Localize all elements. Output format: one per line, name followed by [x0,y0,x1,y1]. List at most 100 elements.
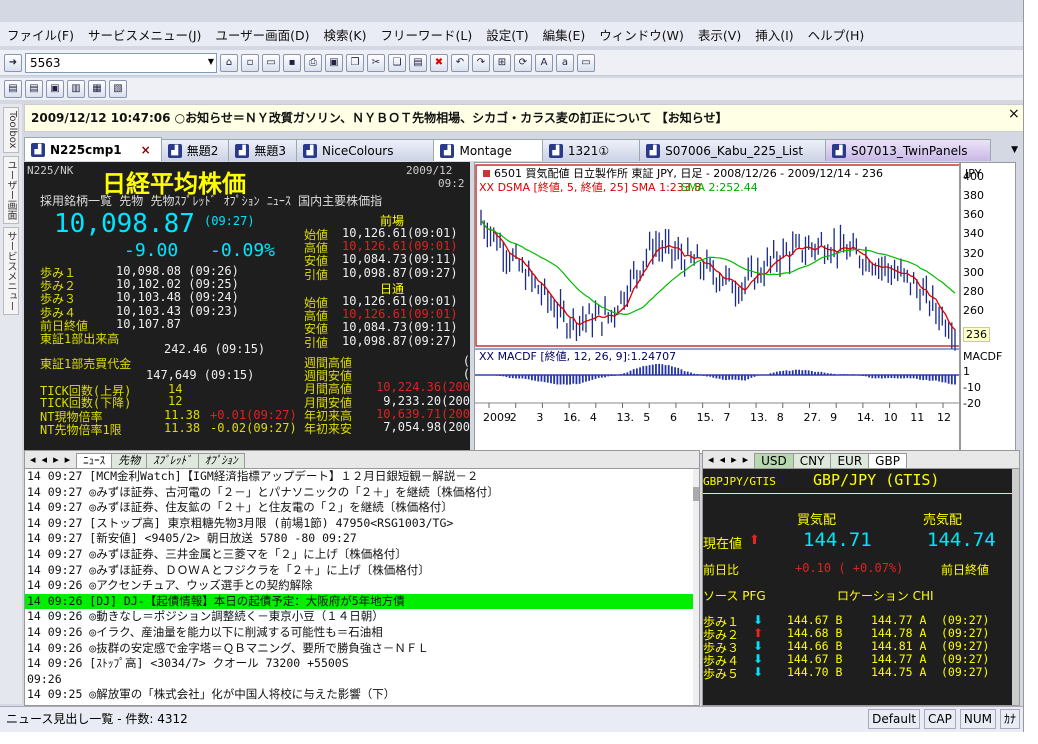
menu-window[interactable]: ウィンドウ(W) [592,25,691,44]
menu-service[interactable]: サービスメニュー(J) [81,25,208,44]
copy-pages-icon[interactable]: ❐ [346,53,364,72]
news-row[interactable]: 14 09:26 ◎動きなし＝ポジション調整続く－東京小豆（１４日朝） [25,609,699,625]
session-label: 引値 [304,335,329,350]
tab-s07006[interactable]: ▟ S07006_Kabu_225_List [639,139,827,161]
news-tab-futures[interactable]: 先物 [111,453,148,468]
print-icon[interactable]: ⎙ [304,53,322,72]
fx-title: GBP/JPY (GTIS) [813,471,940,489]
chart-icon[interactable]: ▧ [109,80,127,98]
redo-icon[interactable]: ↷ [472,53,490,72]
macd-tick: -20 [963,397,981,410]
menu-user-screen[interactable]: ユーザー画面(D) [208,25,316,44]
new-document-icon[interactable]: ▫ [241,53,259,72]
print-preview-icon[interactable]: ▣ [325,53,343,72]
grid-icon[interactable]: ▦ [88,80,106,98]
notice-close-button[interactable]: × [1008,106,1020,122]
series-marker-icon [483,170,490,177]
toolbox-tab[interactable]: Toolbox [3,107,19,153]
nav-first-icon[interactable]: ◂ [708,453,714,466]
news-row[interactable]: 14 09:25 ◎解放軍の「株式会社」化が中国人将校に与えた影響（下） [25,687,699,703]
nav-next-icon[interactable]: ▸ [53,453,59,466]
news-row[interactable]: 14 09:26 ◎アクセンチュア、ウッズ選手との契約解除 [25,578,699,594]
menu-settings[interactable]: 設定(T) [479,25,535,44]
address-combo[interactable]: 5563 ▼ [25,52,217,73]
chevron-down-icon[interactable]: ▼ [208,57,214,66]
news-row[interactable]: 14 09:27 [MCM金利Watch]【IGM経済指標アップデート】１２月日… [25,469,699,485]
menu-help[interactable]: ヘルプ(H) [801,25,872,44]
open-folder-icon[interactable]: ▭ [262,53,280,72]
font-smaller-icon[interactable]: a [556,53,574,72]
app-window: ファイル(F) サービスメニュー(J) ユーザー画面(D) 検索(K) フリーワ… [0,0,1024,732]
cut-icon[interactable]: ✂ [367,53,385,72]
fx-tab-usd[interactable]: USD [754,453,794,468]
news-tab-news[interactable]: ﾆｭｰｽ [76,453,113,468]
tab-nicecolours[interactable]: ▟ NiceColours [296,139,435,161]
news-row[interactable]: 14 09:26 ◎イラク、産油量を能力以下に削減する可能性も＝石油相 [25,625,699,641]
menu-edit[interactable]: 編集(E) [536,25,593,44]
news-row[interactable]: 14 09:27 [ストップ高] 東京粗糖先物3月限 (前場1節) 47950<… [25,516,699,532]
fx-tab-eur[interactable]: EUR [830,453,870,468]
news-row[interactable]: 14 09:27 ◎みずほ証券、古河電の「２－」とパナソニックの「２＋」を継続〔… [25,485,699,501]
menu-view[interactable]: 表示(V) [691,25,748,44]
status-kana: ｶﾅ [999,709,1020,729]
tab-montage[interactable]: ▟ Montage [433,139,543,161]
ma2-label: SMA 2:252.44 [681,181,758,194]
font-larger-icon[interactable]: A [535,53,553,72]
paste-icon[interactable]: ▤ [409,53,427,72]
fx-step-ask: 144.77 A [871,652,927,666]
quote-links[interactable]: 採用銘柄一覧 先物 先物ｽﾌﾟﾚｯﾄﾞ ｵﾌﾟｼｮﾝ ﾆｭｰｽ 国内主要株価指 [40,192,382,209]
layout-c-icon[interactable]: ▥ [67,80,85,98]
copy-icon[interactable]: ❏ [388,53,406,72]
news-tab-spread[interactable]: ｽﾌﾟﾚｯﾄﾞ [146,453,199,468]
panel-icon[interactable]: ▤ [4,80,22,98]
tab-list-chevron-icon[interactable]: ▼ [1011,139,1018,161]
news-row[interactable]: 14 09:26 ◎抜群の安定感で金字塔＝ＱＢマニング、要所で勝負強さ－ＮＦＬ [25,641,699,657]
menu-freeword[interactable]: フリーワード(L) [374,25,480,44]
fx-scrollbar[interactable] [1012,469,1019,705]
news-row[interactable]: 14 09:27 [新安値] <9405/2> 朝日放送 5780 -80 09… [25,531,699,547]
news-row[interactable]: 14 09:27 ◎みずほ証券、ＤＯＷＡとフジクラを「２＋」に上げ〔株価格付〕 [25,563,699,579]
menu-insert[interactable]: 挿入(I) [748,25,800,44]
tab-untitled2[interactable]: ▟ 無題2 [160,139,230,161]
news-row[interactable]: 14 09:27 ◎みずほ証券、三井金属と三菱マを「２」に上げ〔株価格付〕 [25,547,699,563]
status-default[interactable]: Default [868,709,921,729]
nav-last-icon[interactable]: ▸ [743,453,749,466]
fx-tab-gbp[interactable]: GBP [868,453,907,468]
tab-untitled3[interactable]: ▟ 無題3 [228,139,297,161]
service-menu-tab[interactable]: サービスメニュー [3,226,19,315]
tab-1321[interactable]: ▟ 1321① [541,139,641,161]
menu-search[interactable]: 検索(K) [317,25,374,44]
refresh-icon[interactable]: ⟳ [514,53,532,72]
home-icon[interactable]: ⌂ [220,53,238,72]
fx-prev-value: +0.10 ( +0.07%) [795,561,904,575]
nav-next-icon[interactable]: ▸ [731,453,737,466]
save-icon[interactable]: ▪ [283,53,301,72]
fx-tab-cny[interactable]: CNY [792,453,832,468]
news-scrollbar[interactable] [693,469,699,705]
notice-text[interactable]: 2009/12/12 10:47:06 ○お知らせ＝ＮＹ改質ガソリン、ＮＹＢＯＴ… [31,111,727,125]
nav-prev-icon[interactable]: ◂ [720,453,726,466]
tab-n225cmp1[interactable]: ▟ N225cmp1 × [24,137,162,161]
menu-file[interactable]: ファイル(F) [0,25,81,44]
price-chart[interactable]: 6501 買気配値 日立製作所 東証 JPY, 日足 - 2008/12/26 … [474,162,960,454]
insert-icon[interactable]: ⊞ [493,53,511,72]
news-tab-option[interactable]: ｵﾌﾟｼｮﾝ [197,453,245,468]
close-icon[interactable]: × [141,139,151,161]
delete-icon[interactable]: ✖ [430,53,448,72]
user-screen-tab[interactable]: ユーザー画面 [3,155,19,224]
x-tick-label: 5 [643,411,650,424]
go-icon[interactable]: ➜ [4,53,22,72]
window-icon[interactable]: ▭ [577,53,595,72]
undo-icon[interactable]: ↶ [451,53,469,72]
layout-a-icon[interactable]: ▤ [25,80,43,98]
news-row[interactable]: 14 09:27 ◎みずほ証券、住友鉱の「２＋」と住友電の「２」を継続〔株価格付… [25,500,699,516]
nav-first-icon[interactable]: ◂ [30,453,36,466]
news-row[interactable]: 09:26 [25,672,699,688]
tab-s07013[interactable]: ▟ S07013_TwinPanels [825,139,991,161]
nav-prev-icon[interactable]: ◂ [42,453,48,466]
tab-label: S07006_Kabu_225_List [665,143,804,158]
news-row[interactable]: 14 09:26 [DJ] DJ-【起債情報】本日の起債予定：大阪府が5年地方債 [25,593,699,610]
news-row[interactable]: 14 09:26 [ｽﾄｯﾌﾟ高] <3034/7> クオール 73200 +5… [25,656,699,672]
layout-b-icon[interactable]: ▣ [46,80,64,98]
nav-last-icon[interactable]: ▸ [65,453,71,466]
